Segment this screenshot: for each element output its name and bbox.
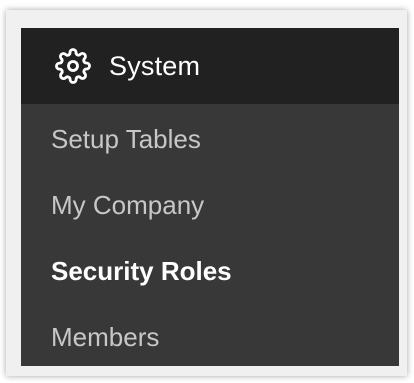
system-menu-header[interactable]: System xyxy=(21,28,399,104)
menu-item-my-company[interactable]: My Company xyxy=(51,190,204,221)
system-menu: System Setup Tables My Company Security … xyxy=(21,28,399,366)
menu-item-members[interactable]: Members xyxy=(51,322,159,353)
menu-item-security-roles[interactable]: Security Roles xyxy=(51,256,232,287)
gear-icon xyxy=(55,48,91,84)
menu-item-setup-tables[interactable]: Setup Tables xyxy=(51,124,201,155)
menu-header-title: System xyxy=(109,50,201,81)
